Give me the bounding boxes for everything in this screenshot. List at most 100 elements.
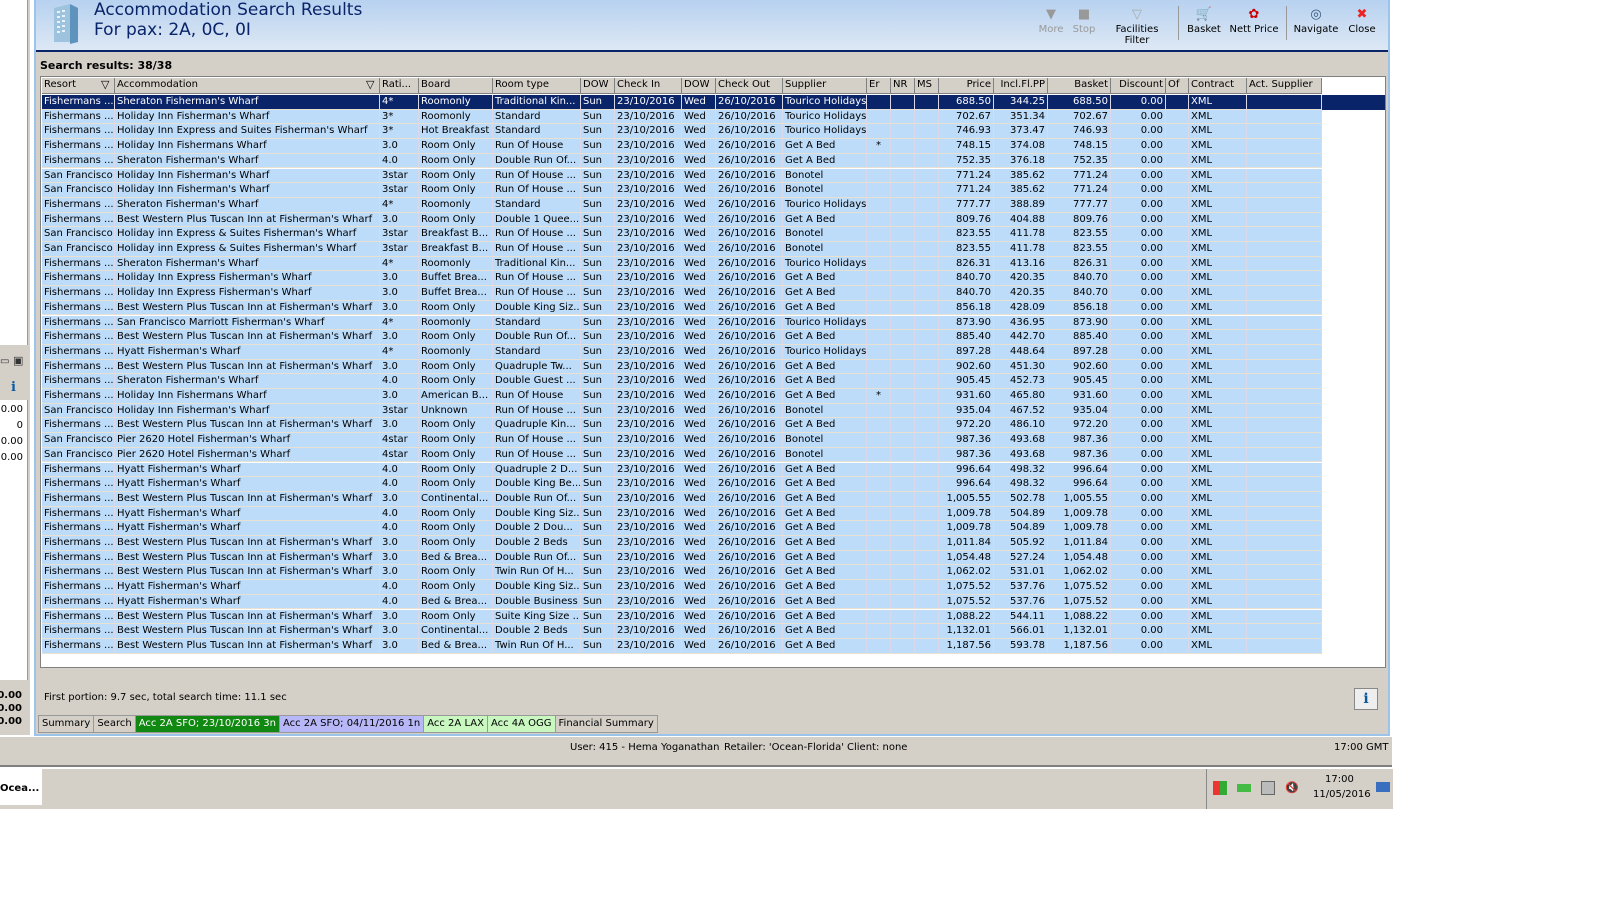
- column-header-price[interactable]: Price: [939, 78, 994, 94]
- table-row[interactable]: San Francisco Pier 2620 Hotel Fisherman's…: [42, 433, 1322, 448]
- cell-supplier: Get A Bed: [783, 389, 867, 404]
- table-row[interactable]: San Francisco Holiday Inn Fisherman's Wha…: [42, 403, 1322, 419]
- taskbar-app-button[interactable]: Ocea...: [0, 769, 42, 805]
- tab-acc-4a-ogg[interactable]: Acc 4A OGG: [486, 715, 556, 733]
- cell-er: [867, 594, 891, 610]
- table-row[interactable]: Fishermans ... Best Western Plus Tuscan I…: [42, 624, 1322, 639]
- table-row[interactable]: Fishermans ... Sheraton Fisherman's Wharf…: [42, 256, 1322, 272]
- network-card-icon[interactable]: [1237, 784, 1251, 792]
- table-row[interactable]: Fishermans ... Holiday Inn Express Fisher…: [42, 286, 1322, 301]
- cell-board: Bed & Brea...: [419, 638, 493, 654]
- column-header-rating[interactable]: Rati...: [380, 78, 419, 94]
- maximize-icon[interactable]: ▣: [13, 354, 23, 367]
- table-row[interactable]: Fishermans ... Best Western Plus Tuscan I…: [42, 300, 1322, 316]
- table-row[interactable]: Fishermans ... Hyatt Fisherman's Wharf 4.0…: [42, 477, 1322, 492]
- table-row[interactable]: Fishermans ... Sheraton Fisherman's Wharf…: [42, 95, 1385, 110]
- cell-er: *: [867, 389, 891, 404]
- table-row[interactable]: Fishermans ... Sheraton Fisherman's Wharf…: [42, 197, 1322, 213]
- navigate-button[interactable]: ◎ Navigate: [1292, 6, 1340, 35]
- table-row[interactable]: Fishermans ... Hyatt Fisherman's Wharf 4.0…: [42, 506, 1322, 522]
- column-header-check-out[interactable]: Check Out: [716, 78, 783, 94]
- table-row[interactable]: Fishermans ... Best Western Plus Tuscan I…: [42, 330, 1322, 345]
- column-header-board[interactable]: Board: [419, 78, 493, 94]
- show-desktop-icon[interactable]: [1376, 782, 1390, 792]
- table-row[interactable]: Fishermans ... Holiday Inn Express and Su…: [42, 124, 1322, 140]
- column-header-incl-fl-pp[interactable]: Incl.Fl.PP: [994, 78, 1048, 94]
- cell-accommodation: Best Western Plus Tuscan Inn at Fisherma…: [115, 550, 380, 566]
- volume-muted-icon[interactable]: 🔇: [1285, 781, 1299, 795]
- table-row[interactable]: Fishermans ... Best Western Plus Tuscan I…: [42, 550, 1322, 566]
- facilities-filter-button[interactable]: ▽ Facilities Filter: [1102, 6, 1172, 46]
- column-header-accommodation[interactable]: Accommodation: [115, 78, 380, 94]
- cell-nr: [891, 403, 915, 419]
- table-row[interactable]: Fishermans ... Holiday Inn Fishermans Wha…: [42, 139, 1322, 154]
- table-row[interactable]: Fishermans ... Hyatt Fisherman's Wharf 4.0…: [42, 594, 1322, 610]
- close-button[interactable]: ✖ Close: [1344, 6, 1380, 35]
- cell-basket: 996.64: [1048, 477, 1111, 492]
- tab-acc-2a-sfo-04-11-2016-1n[interactable]: Acc 2A SFO; 04/11/2016 1n: [278, 715, 425, 733]
- minimize-icon[interactable]: ▭: [0, 356, 9, 367]
- table-row[interactable]: San Francisco Pier 2620 Hotel Fisherman's…: [42, 447, 1322, 463]
- cell-er: [867, 330, 891, 345]
- column-header-act-supplier[interactable]: Act. Supplier: [1247, 78, 1322, 94]
- cell-discount: 0.00: [1111, 433, 1166, 448]
- table-row[interactable]: Fishermans ... Holiday Inn Fishermans Wha…: [42, 389, 1322, 404]
- table-row[interactable]: Fishermans ... Best Western Plus Tuscan I…: [42, 212, 1322, 228]
- table-row[interactable]: Fishermans ... San Francisco Marriott Fis…: [42, 315, 1322, 331]
- table-row[interactable]: San Francisco Holiday inn Express & Suite…: [42, 242, 1322, 257]
- table-row[interactable]: Fishermans ... Best Western Plus Tuscan I…: [42, 536, 1322, 551]
- filter-icon[interactable]: ▽: [101, 78, 109, 91]
- table-row[interactable]: Fishermans ... Sheraton Fisherman's Wharf…: [42, 374, 1322, 389]
- tab-acc-2a-lax[interactable]: Acc 2A LAX: [423, 715, 488, 733]
- table-row[interactable]: Fishermans ... Holiday Inn Fisherman's Wh…: [42, 109, 1322, 125]
- table-row[interactable]: Fishermans ... Best Western Plus Tuscan I…: [42, 609, 1322, 625]
- info-icon[interactable]: i: [11, 380, 16, 395]
- table-row[interactable]: Fishermans ... Best Western Plus Tuscan I…: [42, 638, 1322, 654]
- table-row[interactable]: Fishermans ... Hyatt Fisherman's Wharf 4* R…: [42, 344, 1322, 360]
- results-table[interactable]: Resort Accommodation Rati... Board Room type…: [40, 76, 1386, 668]
- column-header-discount[interactable]: Discount: [1111, 78, 1166, 94]
- cell-ms: [915, 242, 939, 257]
- antivirus-icon[interactable]: [1213, 781, 1227, 795]
- table-row[interactable]: San Francisco Holiday inn Express & Suite…: [42, 227, 1322, 242]
- table-row[interactable]: Fishermans ... Best Western Plus Tuscan I…: [42, 359, 1322, 375]
- table-row[interactable]: San Francisco Holiday Inn Fisherman's Wha…: [42, 168, 1322, 184]
- table-row[interactable]: Fishermans ... Best Western Plus Tuscan I…: [42, 418, 1322, 434]
- column-header-check-in[interactable]: Check In: [615, 78, 682, 94]
- column-header-room-type[interactable]: Room type: [493, 78, 581, 94]
- tab-summary[interactable]: Summary: [38, 715, 95, 733]
- basket-button[interactable]: 🛒 Basket: [1186, 6, 1222, 35]
- cell-contract: XML: [1189, 594, 1247, 610]
- table-row[interactable]: Fishermans ... Hyatt Fisherman's Wharf 4.0…: [42, 521, 1322, 536]
- column-header-dow-out[interactable]: DOW: [682, 78, 716, 94]
- nett-price-button[interactable]: ✿ Nett Price: [1228, 6, 1280, 35]
- tab-acc-2a-sfo-23-10-2016-3n[interactable]: Acc 2A SFO; 23/10/2016 3n: [134, 715, 280, 733]
- column-header-supplier[interactable]: Supplier: [783, 78, 867, 94]
- cell-basket: 771.24: [1048, 183, 1111, 198]
- table-row[interactable]: Fishermans ... Hyatt Fisherman's Wharf 4.0…: [42, 580, 1322, 595]
- table-row[interactable]: Fishermans ... Holiday Inn Express Fisher…: [42, 271, 1322, 287]
- network-icon[interactable]: [1261, 781, 1275, 795]
- filter-icon[interactable]: ▽: [366, 78, 374, 91]
- column-header-dow-in[interactable]: DOW: [581, 78, 615, 94]
- tab-financial-summary[interactable]: Financial Summary: [554, 715, 658, 733]
- stop-button[interactable]: ■ Stop: [1070, 6, 1098, 35]
- table-row[interactable]: San Francisco Holiday Inn Fisherman's Wha…: [42, 183, 1322, 198]
- table-row[interactable]: Fishermans ... Best Western Plus Tuscan I…: [42, 491, 1322, 507]
- cell-nr: [891, 594, 915, 610]
- cell-nr: [891, 447, 915, 463]
- cell-price: 1,132.01: [939, 624, 994, 639]
- column-header-nr[interactable]: NR: [891, 78, 915, 94]
- more-button[interactable]: ▼ More: [1036, 6, 1066, 35]
- column-header-of[interactable]: Of: [1166, 78, 1189, 94]
- cell-board: Unknown: [419, 403, 493, 419]
- table-row[interactable]: Fishermans ... Sheraton Fisherman's Wharf…: [42, 153, 1322, 169]
- column-header-ms[interactable]: MS: [915, 78, 939, 94]
- tab-search[interactable]: Search: [93, 715, 136, 733]
- column-header-er[interactable]: Er: [867, 78, 891, 94]
- column-header-contract[interactable]: Contract: [1189, 78, 1247, 94]
- table-row[interactable]: Fishermans ... Best Western Plus Tuscan I…: [42, 565, 1322, 581]
- column-header-basket[interactable]: Basket: [1048, 78, 1111, 94]
- table-row[interactable]: Fishermans ... Hyatt Fisherman's Wharf 4.0…: [42, 462, 1322, 478]
- info-button[interactable]: i: [1354, 688, 1378, 710]
